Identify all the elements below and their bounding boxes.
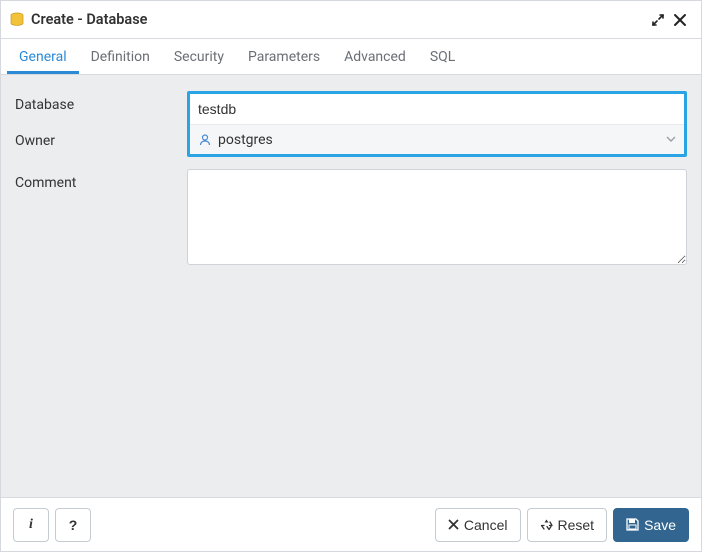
info-button[interactable]: i <box>13 508 49 542</box>
database-icon <box>9 12 25 28</box>
expand-icon <box>651 13 665 27</box>
dialog-header: Create - Database <box>1 1 701 39</box>
reset-button[interactable]: Reset <box>527 508 608 542</box>
user-icon <box>198 133 212 147</box>
dialog-body: Database postgres O <box>1 75 701 497</box>
database-input[interactable] <box>190 94 684 124</box>
save-label: Save <box>644 517 676 533</box>
save-button[interactable]: Save <box>613 508 689 542</box>
database-owner-highlight: postgres <box>187 91 687 157</box>
tab-parameters[interactable]: Parameters <box>236 41 332 74</box>
close-icon <box>673 13 687 27</box>
dialog-tabs: General Definition Security Parameters A… <box>1 39 701 75</box>
save-icon <box>626 518 639 531</box>
info-icon: i <box>29 517 33 533</box>
tab-definition[interactable]: Definition <box>79 41 162 74</box>
tab-general[interactable]: General <box>7 41 79 74</box>
cancel-button[interactable]: Cancel <box>435 508 521 542</box>
x-icon <box>448 519 459 530</box>
dialog-footer: i ? Cancel Reset Save <box>1 497 701 551</box>
row-database: Database postgres <box>15 91 687 157</box>
tab-security[interactable]: Security <box>162 41 236 74</box>
label-comment: Comment <box>15 169 187 269</box>
caret-down-icon <box>666 132 676 148</box>
tab-sql[interactable]: SQL <box>418 41 467 74</box>
comment-textarea[interactable] <box>187 169 687 265</box>
recycle-icon <box>540 518 553 531</box>
owner-value: postgres <box>218 132 666 148</box>
tab-advanced[interactable]: Advanced <box>332 41 418 74</box>
row-comment: Comment <box>15 169 687 269</box>
label-database: Database <box>15 91 187 157</box>
create-database-dialog: Create - Database General Definition Sec… <box>0 0 702 552</box>
reset-label: Reset <box>558 517 595 533</box>
close-button[interactable] <box>669 9 691 31</box>
owner-select[interactable]: postgres <box>190 124 684 154</box>
expand-button[interactable] <box>647 9 669 31</box>
cancel-label: Cancel <box>464 517 508 533</box>
dialog-title: Create - Database <box>31 11 147 28</box>
help-icon: ? <box>69 517 78 533</box>
help-button[interactable]: ? <box>55 508 91 542</box>
